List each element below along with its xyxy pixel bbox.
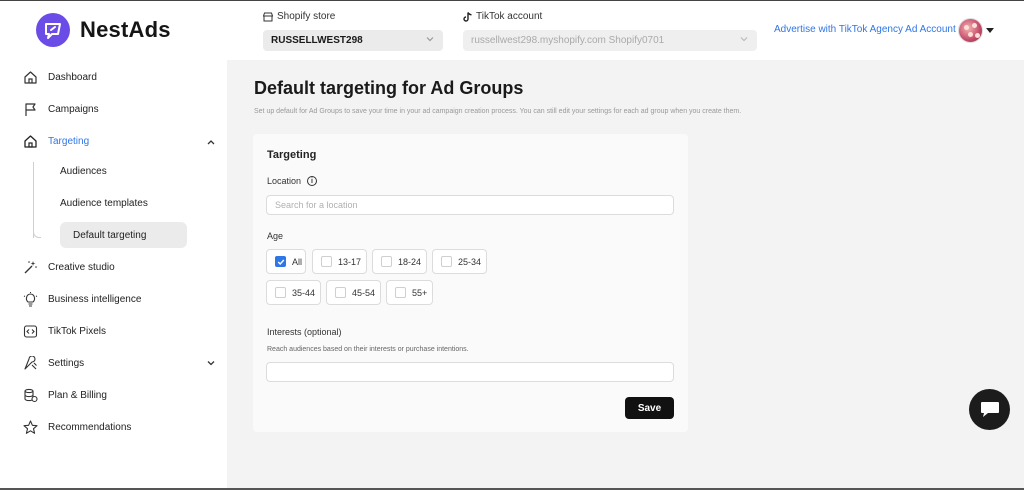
age-option-label: 18-24 <box>398 256 422 267</box>
age-option-18-24[interactable]: 18-24 <box>372 249 427 274</box>
checkbox-icon <box>275 287 286 298</box>
sidebar-item-label: Recommendations <box>48 421 132 433</box>
sidebar-item-label: Dashboard <box>48 71 97 83</box>
location-label: Location <box>267 176 302 186</box>
sub-nav-line <box>33 162 34 238</box>
sidebar-item-campaigns[interactable]: Campaigns <box>22 101 99 117</box>
sidebar-subitem-audience-templates[interactable]: Audience templates <box>60 198 148 209</box>
age-option-label: 55+ <box>412 287 428 298</box>
tiktok-label: TikTok account <box>476 11 543 22</box>
age-option-label: 25-34 <box>458 256 482 267</box>
location-label-group: Location i <box>267 176 318 186</box>
store-select[interactable]: RUSSELLWEST298 <box>263 30 443 51</box>
age-option-35-44[interactable]: 35-44 <box>266 280 321 305</box>
age-option-label: 13-17 <box>338 256 362 267</box>
home-icon <box>22 69 38 85</box>
sidebar: Dashboard Campaigns Targeting Audiences … <box>0 60 227 490</box>
tiktok-select-value: russellwest298.myshopify.com Shopify0701 <box>471 35 665 46</box>
targeting-card: Targeting Location i Age All 13-17 18-24… <box>253 134 688 432</box>
sidebar-item-targeting[interactable]: Targeting <box>22 133 89 149</box>
targeting-icon <box>22 133 38 149</box>
interests-hint: Reach audiences based on their interests… <box>267 346 469 353</box>
sidebar-item-label: Targeting <box>48 135 90 147</box>
tiktok-label-group: TikTok account <box>463 11 542 22</box>
sidebar-item-label: Plan & Billing <box>48 389 107 401</box>
sidebar-item-business-intelligence[interactable]: Business intelligence <box>22 291 141 307</box>
age-option-45-54[interactable]: 45-54 <box>326 280 381 305</box>
checkbox-checked-icon <box>275 256 286 267</box>
chevron-down-icon <box>740 37 748 42</box>
tiktok-icon <box>463 11 472 22</box>
sidebar-subitem-audiences[interactable]: Audiences <box>60 166 107 177</box>
sidebar-item-recommendations[interactable]: Recommendations <box>22 419 131 435</box>
interests-label: Interests (optional) <box>267 327 342 337</box>
sidebar-item-settings[interactable]: Settings <box>22 355 84 371</box>
age-option-all[interactable]: All <box>266 249 306 274</box>
age-option-label: All <box>292 256 303 267</box>
chevron-down-icon[interactable] <box>206 359 216 367</box>
avatar <box>958 18 983 43</box>
tools-icon <box>22 355 38 371</box>
store-icon <box>263 12 273 21</box>
brand-name: NestAds <box>80 17 171 42</box>
sidebar-item-tiktok-pixels[interactable]: TikTok Pixels <box>22 323 106 339</box>
checkbox-icon <box>381 256 392 267</box>
magic-wand-icon <box>22 259 38 275</box>
age-option-label: 45-54 <box>352 287 376 298</box>
checkbox-icon <box>321 256 332 267</box>
sidebar-subitem-default-targeting[interactable]: Default targeting <box>60 222 187 248</box>
location-search-input[interactable] <box>266 195 674 215</box>
info-icon[interactable]: i <box>307 176 318 186</box>
code-icon <box>22 323 38 339</box>
page-subtitle: Set up default for Ad Groups to save you… <box>254 108 742 115</box>
top-header: NestAds Shopify store RUSSELLWEST298 Tik… <box>0 0 1024 60</box>
sidebar-subitem-label: Default targeting <box>73 229 147 241</box>
lightbulb-icon <box>22 291 38 307</box>
age-option-25-34[interactable]: 25-34 <box>432 249 487 274</box>
age-label: Age <box>267 231 284 241</box>
checkbox-icon <box>335 287 346 298</box>
checkbox-icon <box>441 256 452 267</box>
sidebar-item-label: Settings <box>48 357 85 369</box>
card-title: Targeting <box>267 149 317 161</box>
chevron-up-icon[interactable] <box>206 138 216 146</box>
star-icon <box>22 419 38 435</box>
account-menu[interactable] <box>958 18 994 43</box>
sidebar-item-label: Business intelligence <box>48 293 142 305</box>
store-select-value: RUSSELLWEST298 <box>271 35 363 46</box>
advertise-agency-link[interactable]: Advertise with TikTok Agency Ad Account <box>774 24 956 35</box>
chevron-down-icon <box>426 37 434 42</box>
store-label-group: Shopify store <box>263 11 335 22</box>
age-option-55-plus[interactable]: 55+ <box>386 280 433 305</box>
sidebar-item-label: Creative studio <box>48 261 115 273</box>
flag-icon <box>22 101 38 117</box>
sidebar-item-label: Campaigns <box>48 103 99 115</box>
main-content: Default targeting for Ad Groups Set up d… <box>227 60 1024 490</box>
nestads-logo-icon <box>36 13 70 47</box>
store-label: Shopify store <box>277 11 336 22</box>
page-title: Default targeting for Ad Groups <box>254 78 524 98</box>
sidebar-item-label: TikTok Pixels <box>48 325 106 337</box>
interests-input[interactable] <box>266 362 674 382</box>
sidebar-item-plan-billing[interactable]: Plan & Billing <box>22 387 107 403</box>
caret-down-icon <box>986 28 994 33</box>
logo[interactable]: NestAds <box>36 13 171 47</box>
age-option-13-17[interactable]: 13-17 <box>312 249 367 274</box>
age-option-label: 35-44 <box>292 287 316 298</box>
sidebar-item-dashboard[interactable]: Dashboard <box>22 69 97 85</box>
coins-icon <box>22 387 38 403</box>
checkbox-icon <box>395 287 406 298</box>
save-button[interactable]: Save <box>625 397 674 419</box>
chat-bubble-icon <box>980 401 999 417</box>
sub-nav-curve <box>33 228 41 238</box>
tiktok-account-select[interactable]: russellwest298.myshopify.com Shopify0701 <box>463 30 757 51</box>
chat-button[interactable] <box>969 389 1010 430</box>
sidebar-item-creative-studio[interactable]: Creative studio <box>22 259 115 275</box>
